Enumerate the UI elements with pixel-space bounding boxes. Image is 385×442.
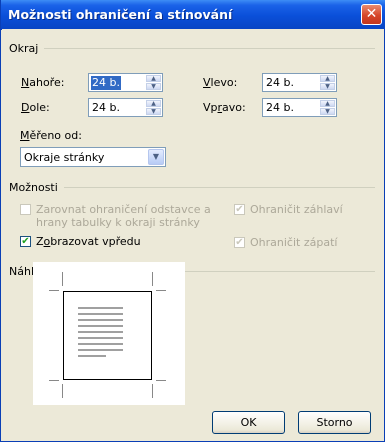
- preview-text-line: [78, 355, 106, 357]
- spin-up-icon[interactable]: ▲: [320, 100, 335, 107]
- vlevo-value[interactable]: 24 b.: [265, 76, 295, 90]
- vpravo-label: Vpravo:: [203, 101, 246, 114]
- zarovnat-checkbox[interactable]: [20, 204, 31, 215]
- close-icon: ✕: [365, 6, 378, 22]
- vpravo-value[interactable]: 24 b.: [265, 101, 295, 115]
- ohranicit-zapati-label: Ohraničit zápatí: [250, 236, 338, 249]
- preview-text-line: [78, 313, 123, 315]
- check-icon: ✔: [235, 237, 244, 248]
- vlevo-spinner[interactable]: 24 b. ▲ ▼: [262, 73, 337, 92]
- zarovnat-label-line2: hrany tabulky k okraji stránky: [36, 216, 200, 229]
- crop-mark: [62, 272, 63, 286]
- preview-text-line: [78, 343, 123, 345]
- preview-text-line: [78, 331, 123, 333]
- vlevo-label: Vlevo:: [203, 76, 238, 89]
- preview-text-line: [78, 319, 123, 321]
- dialog-body: Okraj Nahoře: 24 b. ▲ ▼ Dole: 24 b. ▲ ▼ …: [2, 29, 384, 441]
- ohranicit-zahlavi-checkbox[interactable]: ✔: [234, 204, 245, 215]
- crop-mark: [152, 384, 153, 398]
- crop-mark: [49, 380, 59, 381]
- crop-mark: [156, 290, 166, 291]
- preview-area: [33, 262, 185, 405]
- divider: [63, 186, 375, 188]
- mereno-od-select[interactable]: Okraje stránky ▼: [20, 147, 166, 167]
- preview-text-line: [78, 349, 123, 351]
- ohranicit-zapati-checkbox[interactable]: ✔: [234, 237, 245, 248]
- preview-text-line: [78, 337, 123, 339]
- vpravo-spinner[interactable]: 24 b. ▲ ▼: [262, 98, 337, 117]
- zarovnat-label-line1: Zarovnat ohraničení odstavce a: [36, 203, 211, 216]
- ohranicit-zahlavi-label: Ohraničit záhlaví: [250, 203, 343, 216]
- nahore-label: Nahoře:: [21, 76, 65, 89]
- check-icon: ✔: [21, 236, 30, 247]
- preview-text-line: [78, 307, 123, 309]
- crop-mark: [49, 290, 59, 291]
- zobrazovat-vpredu-checkbox[interactable]: ✔: [20, 236, 31, 247]
- check-icon: ✔: [235, 204, 244, 215]
- spin-down-icon[interactable]: ▼: [320, 83, 335, 90]
- nahore-spinner[interactable]: 24 b. ▲ ▼: [88, 73, 163, 92]
- spin-down-icon[interactable]: ▼: [320, 108, 335, 115]
- ok-button[interactable]: OK: [212, 411, 285, 434]
- window-title: Možnosti ohraničení a stínování: [8, 7, 233, 22]
- zobrazovat-vpredu-label: Zobrazovat vpředu: [36, 235, 141, 248]
- close-button[interactable]: ✕: [361, 4, 382, 25]
- dole-value[interactable]: 24 b.: [91, 101, 121, 115]
- title-bar[interactable]: Možnosti ohraničení a stínování ✕: [1, 0, 385, 30]
- okraj-group-label: Okraj: [9, 41, 39, 55]
- dialog-window: Možnosti ohraničení a stínování ✕ Okraj …: [0, 0, 385, 442]
- dole-label: Dole:: [21, 101, 50, 114]
- nahore-value[interactable]: 24 b.: [91, 76, 121, 90]
- moznosti-group-header: Možnosti: [9, 180, 375, 194]
- moznosti-group-label: Možnosti: [9, 180, 58, 194]
- chevron-down-icon[interactable]: ▼: [148, 149, 164, 165]
- okraj-group-header: Okraj: [9, 41, 375, 55]
- crop-mark: [152, 272, 153, 286]
- mereno-od-value: Okraje stránky: [24, 151, 105, 164]
- spin-down-icon[interactable]: ▼: [146, 108, 161, 115]
- preview-page: [63, 291, 152, 380]
- spin-down-icon[interactable]: ▼: [146, 83, 161, 90]
- storno-button[interactable]: Storno: [298, 411, 371, 434]
- dole-spinner[interactable]: 24 b. ▲ ▼: [88, 98, 163, 117]
- mereno-od-label: Měřeno od:: [20, 129, 82, 142]
- preview-text-line: [78, 325, 123, 327]
- spin-up-icon[interactable]: ▲: [320, 75, 335, 82]
- spin-up-icon[interactable]: ▲: [146, 100, 161, 107]
- divider: [44, 47, 375, 49]
- crop-mark: [156, 380, 166, 381]
- crop-mark: [62, 384, 63, 398]
- spin-up-icon[interactable]: ▲: [146, 75, 161, 82]
